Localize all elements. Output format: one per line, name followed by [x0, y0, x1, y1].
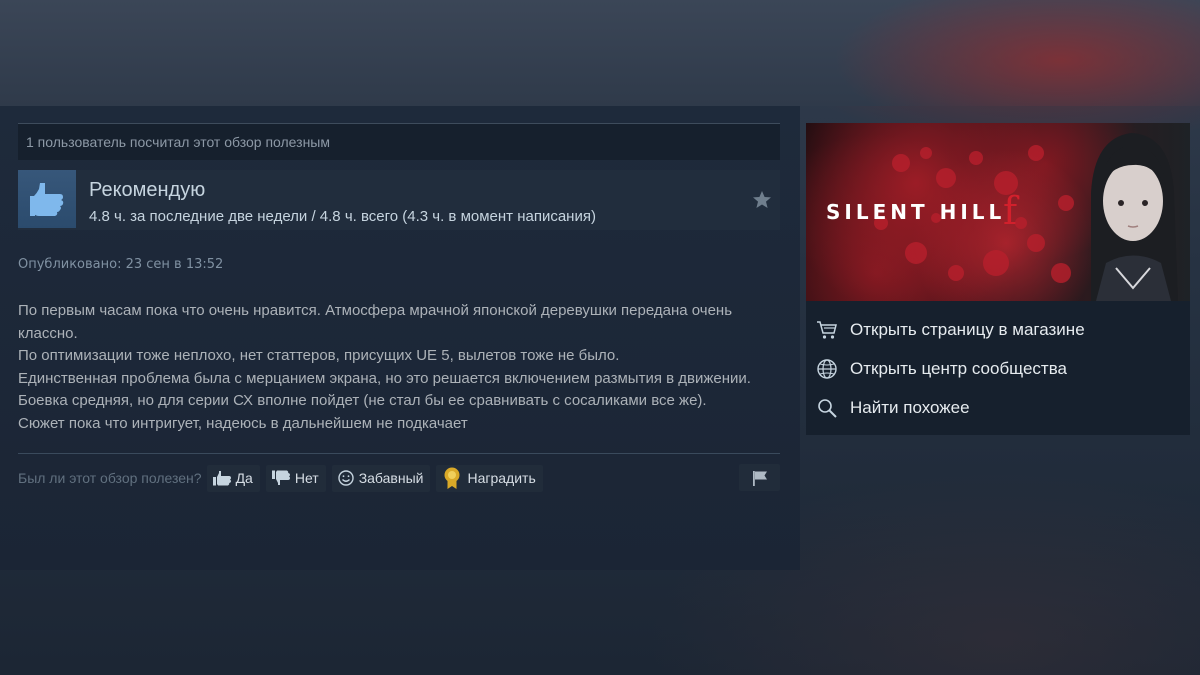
vote-no-button[interactable]: Нет	[265, 464, 326, 492]
review-paragraph: По первым часам пока что очень нравится.…	[18, 302, 733, 342]
recommendation-title: Рекомендую	[89, 179, 206, 201]
review-text: По первым часам пока что очень нравится.…	[18, 300, 773, 435]
store-page-label: Открыть страницу в магазине	[850, 319, 1085, 339]
vote-yes-label: Да	[235, 470, 253, 486]
review-paragraph: Боевка средняя, но для серии СХ вполне п…	[18, 392, 707, 409]
award-icon	[444, 467, 460, 489]
search-icon	[818, 398, 837, 418]
thumbs-up-icon[interactable]	[18, 170, 76, 228]
vote-funny-button[interactable]: Забавный	[331, 464, 431, 492]
game-logo-title: SILENT HILL	[826, 200, 1006, 224]
community-hub-link[interactable]: Открыть центр сообщества	[806, 349, 1190, 388]
review-paragraph: Единственная проблема была с мерцанием э…	[18, 369, 751, 387]
vote-no-label: Нет	[294, 470, 319, 486]
helpful-count-text: 1 пользователь посчитал этот обзор полез…	[26, 134, 330, 150]
review-paragraph: Сюжет пока что интригует, надеюсь в даль…	[18, 414, 468, 432]
award-button[interactable]: Наградить	[436, 464, 543, 492]
vote-funny-label: Забавный	[358, 470, 424, 486]
divider	[18, 453, 780, 454]
find-similar-link[interactable]: Найти похожее	[806, 388, 1190, 427]
star-icon[interactable]	[752, 190, 772, 210]
character-figure	[1091, 133, 1178, 301]
thumbs-up-small-icon	[212, 471, 231, 486]
game-capsule-image[interactable]: SILENT HILL f	[806, 123, 1190, 301]
globe-icon	[817, 358, 837, 379]
game-side-panel: SILENT HILL f Открыть страницу в магазин…	[806, 123, 1190, 435]
game-links: Открыть страницу в магазине Открыть цент…	[806, 310, 1190, 427]
flag-icon	[752, 470, 767, 486]
vote-row: Был ли этот обзор полезен? Да Нет Забавн…	[18, 464, 780, 492]
smiley-icon	[337, 470, 354, 486]
report-button[interactable]	[739, 464, 780, 491]
store-page-link[interactable]: Открыть страницу в магазине	[806, 310, 1190, 349]
posted-date: Опубликовано: 23 сен в 13:52	[18, 257, 224, 272]
find-similar-label: Найти похожее	[850, 397, 970, 417]
review-column: 1 пользователь посчитал этот обзор полез…	[18, 123, 780, 492]
vote-yes-button[interactable]: Да	[206, 464, 260, 492]
recommendation-box: Рекомендую 4.8 ч. за последние две недел…	[18, 170, 780, 230]
header-banner	[0, 0, 1200, 106]
award-label: Наградить	[467, 470, 536, 486]
vote-question: Был ли этот обзор полезен?	[18, 470, 202, 486]
game-logo-suffix: f	[1003, 189, 1018, 233]
playtime-text: 4.8 ч. за последние две недели / 4.8 ч. …	[89, 208, 596, 225]
review-paragraph: По оптимизации тоже неплохо, нет статтер…	[18, 347, 620, 364]
helpful-count-bar: 1 пользователь посчитал этот обзор полез…	[18, 123, 780, 160]
thumbs-down-icon	[271, 470, 290, 485]
community-hub-label: Открыть центр сообщества	[850, 358, 1068, 378]
cart-icon	[817, 320, 837, 339]
